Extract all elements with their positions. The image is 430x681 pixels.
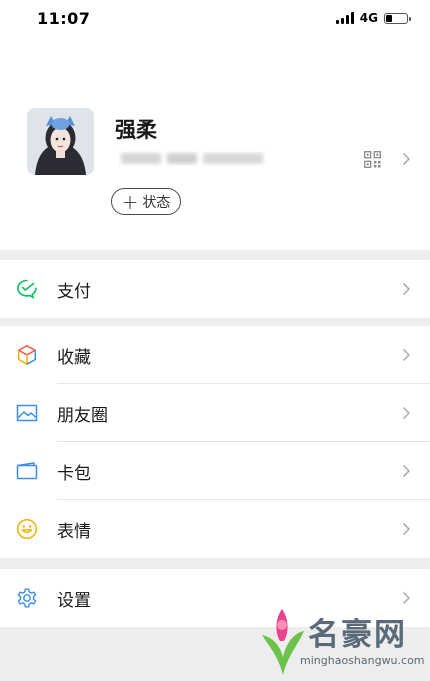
status-button-label: 状态: [142, 194, 171, 211]
watermark-url: minghaoshangwu.com: [300, 654, 425, 667]
wechat-pay-icon: [17, 279, 37, 299]
cube-icon: [17, 345, 37, 365]
features-section: 收藏 朋友圈 卡包 表情: [0, 326, 430, 558]
qr-code-icon[interactable]: [364, 151, 381, 168]
menu-item-cards-label: 卡包: [57, 463, 91, 484]
menu-item-cards[interactable]: 卡包: [0, 442, 430, 500]
profile-header: 11:07 4G 强柔 + 状态: [0, 0, 430, 250]
watermark: 名豪网 minghaoshangwu.com: [256, 605, 430, 681]
menu-item-stickers-label: 表情: [57, 521, 91, 542]
chevron-right-icon: [402, 591, 411, 605]
pay-section: 支付: [0, 260, 430, 318]
nickname: 强柔: [115, 118, 157, 142]
chevron-right-icon: [402, 282, 411, 296]
status-icons: 4G: [335, 11, 411, 25]
avatar[interactable]: [27, 108, 94, 175]
chevron-right-icon: [402, 406, 411, 420]
menu-item-pay-label: 支付: [57, 281, 91, 302]
menu-item-favorites-label: 收藏: [57, 347, 91, 368]
wechat-id-blurred: [121, 153, 263, 164]
smiley-icon: [16, 518, 38, 540]
card-icon: [16, 462, 38, 480]
plus-icon: +: [121, 189, 139, 214]
network-type: 4G: [359, 11, 378, 25]
menu-item-moments[interactable]: 朋友圈: [0, 384, 430, 442]
chevron-right-icon[interactable]: [402, 152, 411, 166]
chevron-right-icon: [402, 464, 411, 478]
chevron-right-icon: [402, 348, 411, 362]
menu-item-moments-label: 朋友圈: [57, 405, 108, 426]
battery-icon: [384, 12, 411, 24]
menu-item-settings-label: 设置: [57, 590, 91, 611]
signal-icon: [335, 12, 354, 24]
gear-icon: [17, 588, 37, 608]
add-status-button[interactable]: + 状态: [111, 188, 181, 215]
menu-item-pay[interactable]: 支付: [0, 260, 430, 318]
status-time: 11:07: [37, 9, 91, 28]
chevron-right-icon: [402, 522, 411, 536]
menu-item-favorites[interactable]: 收藏: [0, 326, 430, 384]
menu-item-stickers[interactable]: 表情: [0, 500, 430, 558]
picture-icon: [16, 404, 38, 422]
watermark-title: 名豪网: [308, 617, 407, 653]
